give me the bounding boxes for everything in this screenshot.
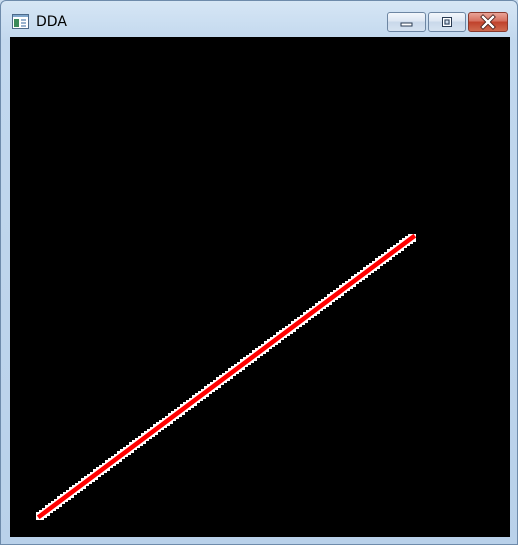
drawing-canvas[interactable]: [10, 37, 510, 537]
title-bar[interactable]: DDA: [1, 1, 517, 37]
dda-line-drawing: [36, 233, 417, 520]
maximize-button[interactable]: [428, 12, 466, 32]
close-icon: [480, 14, 496, 30]
dda-line: [36, 233, 417, 520]
app-window: DDA: [0, 0, 518, 545]
maximize-icon: [442, 17, 452, 27]
minimize-button[interactable]: [387, 12, 426, 32]
minimize-icon: [400, 22, 413, 27]
window-title: DDA: [36, 14, 67, 30]
window-app-icon[interactable]: [12, 14, 29, 29]
close-button[interactable]: [468, 12, 508, 32]
